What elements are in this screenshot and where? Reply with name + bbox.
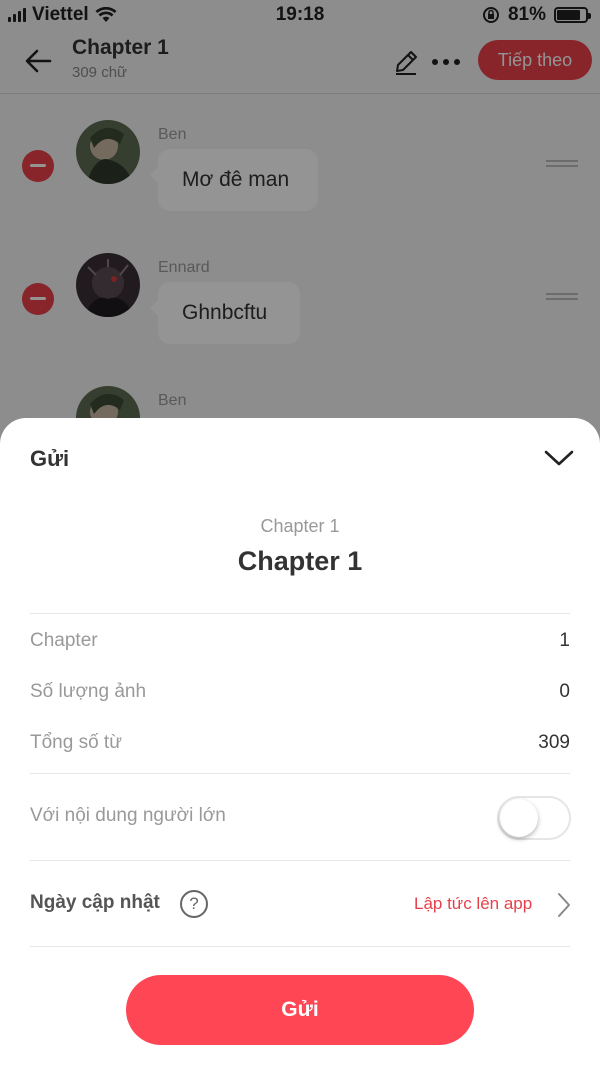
info-value: 0 <box>559 681 570 702</box>
send-button[interactable]: Gửi <box>126 975 474 1045</box>
sheet-title: Gửi <box>30 446 70 471</box>
info-value: 309 <box>538 732 570 753</box>
divider <box>30 946 570 947</box>
publish-sheet: Gửi Chapter 1 Chapter 1 Chapter 1 Số lượ… <box>0 418 600 1067</box>
divider <box>30 860 570 861</box>
info-row-word-count: Tổng số từ 309 <box>30 732 570 760</box>
info-value: 1 <box>559 630 570 651</box>
update-date-label: Ngày cập nhật <box>30 892 160 913</box>
chapter-main-title: Chapter 1 <box>237 546 363 576</box>
divider <box>30 613 570 614</box>
divider <box>30 773 570 774</box>
chevron-down-icon[interactable] <box>542 444 576 470</box>
info-label: Số lượng ảnh <box>30 681 147 702</box>
help-icon[interactable]: ? <box>180 890 208 918</box>
adult-content-label: Với nội dung người lớn <box>30 805 226 826</box>
info-row-image-count: Số lượng ảnh 0 <box>30 681 570 709</box>
toggle-knob <box>500 799 538 837</box>
info-row-chapter: Chapter 1 <box>30 630 570 658</box>
info-label: Chapter <box>30 630 98 651</box>
chevron-right-icon[interactable] <box>554 890 574 920</box>
info-label: Tổng số từ <box>30 732 122 753</box>
chapter-subtitle: Chapter 1 <box>260 516 340 536</box>
update-date-value[interactable]: Lập tức lên app <box>414 894 532 914</box>
adult-content-row: Với nội dung người lớn <box>30 805 570 833</box>
adult-content-toggle[interactable] <box>497 796 571 840</box>
